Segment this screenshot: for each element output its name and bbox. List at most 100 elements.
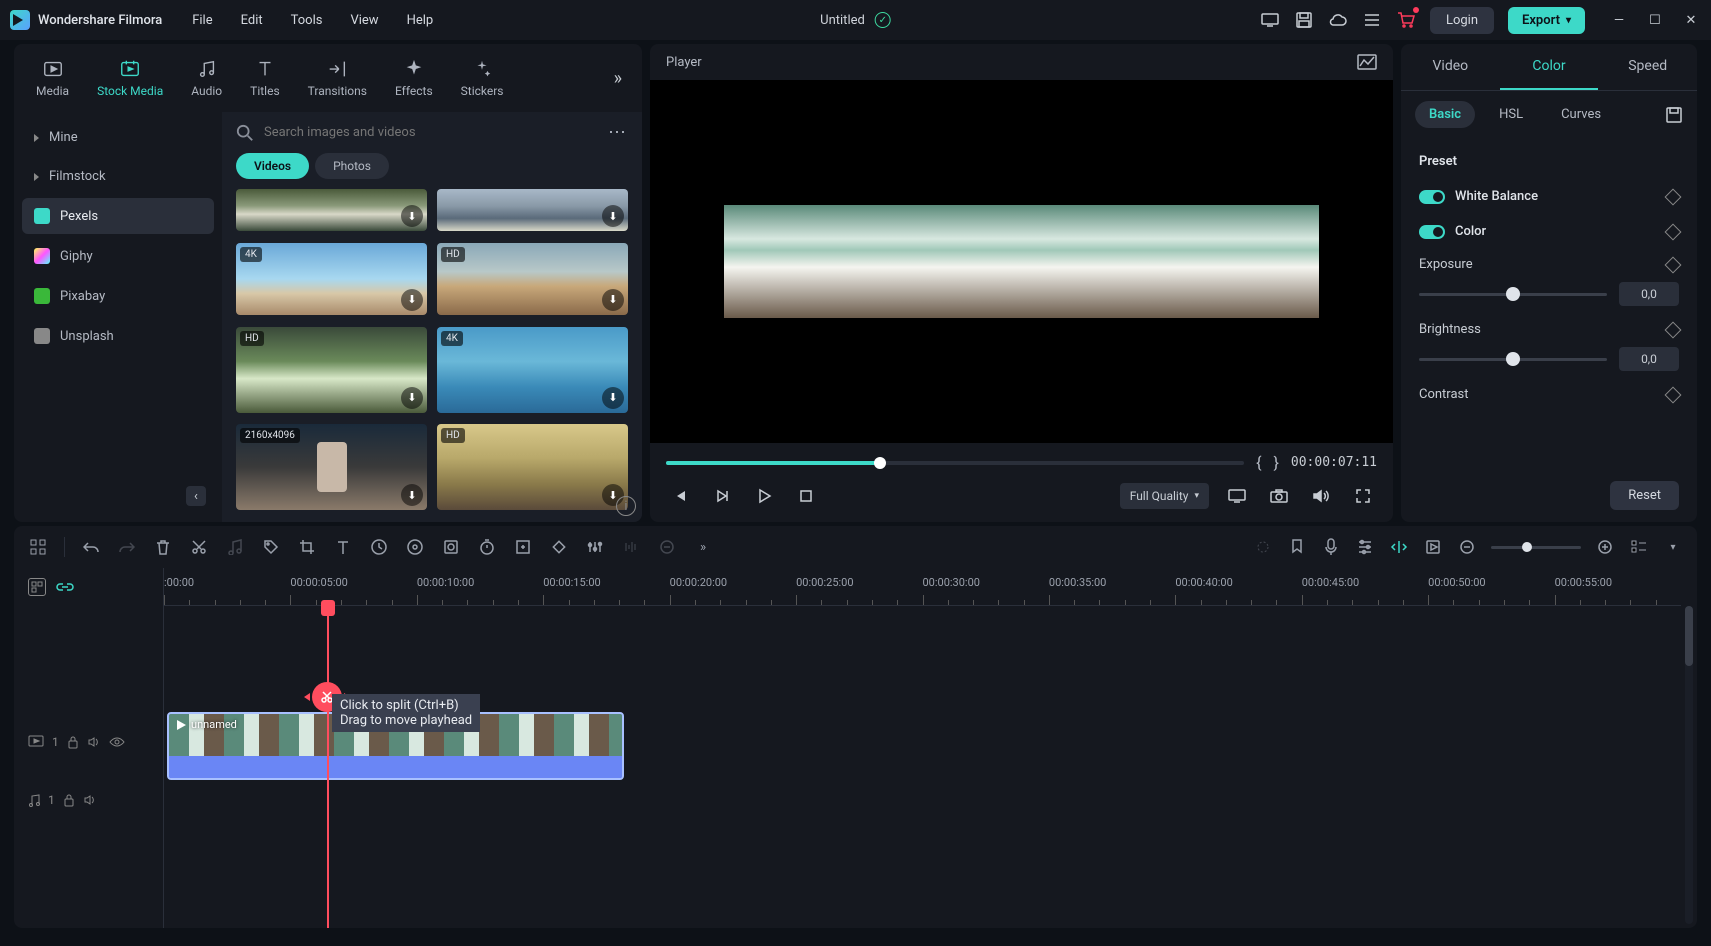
white-balance-toggle[interactable] (1419, 190, 1445, 204)
stock-thumb[interactable]: 4K⬇ (437, 327, 628, 413)
redo-icon[interactable] (117, 537, 137, 557)
color-wheel-icon[interactable] (405, 537, 425, 557)
source-mine[interactable]: Mine (22, 120, 214, 155)
keyframe-icon[interactable] (1665, 386, 1682, 403)
adjust-icon[interactable] (585, 537, 605, 557)
exposure-value[interactable]: 0,0 (1619, 282, 1679, 306)
stop-icon[interactable] (792, 482, 820, 510)
cut-icon[interactable] (189, 537, 209, 557)
source-unsplash[interactable]: Unsplash (22, 318, 214, 354)
stock-thumb[interactable]: HD⬇ (236, 327, 427, 413)
tab-titles[interactable]: Titles (240, 52, 289, 104)
keyframe-icon[interactable] (1665, 223, 1682, 240)
tab-media[interactable]: Media (26, 52, 79, 104)
exposure-slider[interactable] (1419, 293, 1607, 296)
download-icon[interactable]: ⬇ (602, 205, 624, 227)
tab-stock-media[interactable]: Stock Media (87, 52, 173, 104)
login-button[interactable]: Login (1430, 7, 1494, 34)
tab-effects[interactable]: Effects (385, 52, 443, 104)
tab-speed[interactable]: Speed (1598, 44, 1697, 90)
tab-color[interactable]: Color (1500, 44, 1599, 90)
menu-file[interactable]: File (192, 13, 212, 28)
subtab-hsl[interactable]: HSL (1485, 101, 1537, 128)
auto-reframe-icon[interactable] (1389, 537, 1409, 557)
download-icon[interactable]: ⬇ (401, 484, 423, 506)
reset-button[interactable]: Reset (1610, 481, 1679, 510)
text-icon[interactable] (333, 537, 353, 557)
tag-icon[interactable] (261, 537, 281, 557)
menu-tools[interactable]: Tools (291, 13, 323, 28)
mask-icon[interactable] (441, 537, 461, 557)
menu-help[interactable]: Help (407, 13, 434, 28)
timeline-scrollbar[interactable] (1685, 606, 1693, 924)
zoom-out-icon[interactable] (1457, 537, 1477, 557)
marker-icon[interactable] (1287, 537, 1307, 557)
playback-progress[interactable] (666, 461, 1244, 465)
prev-frame-icon[interactable] (666, 482, 694, 510)
undo-icon[interactable] (81, 537, 101, 557)
download-icon[interactable]: ⬇ (401, 387, 423, 409)
search-more-icon[interactable]: ⋯ (608, 122, 628, 143)
eq-icon[interactable] (621, 537, 641, 557)
display-icon[interactable] (1260, 10, 1280, 30)
mixer-icon[interactable] (1355, 537, 1375, 557)
tab-video[interactable]: Video (1401, 44, 1500, 90)
collapse-sources-icon[interactable]: ‹ (186, 486, 206, 506)
playhead[interactable] (327, 606, 329, 928)
step-back-icon[interactable] (708, 482, 736, 510)
more-tools-icon[interactable]: » (693, 537, 713, 557)
menu-view[interactable]: View (350, 13, 378, 28)
render-icon[interactable] (1423, 537, 1443, 557)
stock-thumb[interactable]: HD⬇ (437, 424, 628, 510)
voiceover-icon[interactable] (1321, 537, 1341, 557)
scopes-icon[interactable] (1357, 54, 1377, 70)
timeline-options-icon[interactable] (28, 578, 46, 596)
source-pexels[interactable]: Pexels (22, 198, 214, 234)
mark-in-icon[interactable]: { (1256, 453, 1261, 472)
keyframe-icon[interactable] (1665, 321, 1682, 338)
timeline-ruler[interactable]: :00:0000:00:05:0000:00:10:0000:00:15:000… (164, 568, 1681, 606)
tab-audio[interactable]: Audio (181, 52, 232, 104)
visibility-icon[interactable] (109, 737, 125, 747)
download-icon[interactable]: ⬇ (401, 205, 423, 227)
zoom-in-icon[interactable] (1595, 537, 1615, 557)
search-input[interactable] (264, 125, 598, 140)
download-icon[interactable]: ⬇ (401, 289, 423, 311)
color-toggle[interactable] (1419, 225, 1445, 239)
stock-thumb[interactable]: 4K⬇ (236, 243, 427, 315)
stock-thumb[interactable]: 2160x4096⬇ (236, 424, 427, 510)
denoise-icon[interactable] (657, 537, 677, 557)
mute-icon[interactable] (87, 735, 101, 749)
keyframe-tool-icon[interactable] (549, 537, 569, 557)
window-minimize-icon[interactable]: — (1609, 10, 1629, 30)
lock-icon[interactable] (67, 735, 79, 749)
save-preset-icon[interactable] (1665, 106, 1683, 124)
zoom-slider[interactable] (1491, 546, 1581, 549)
lock-icon[interactable] (63, 793, 75, 807)
display-settings-icon[interactable] (1223, 482, 1251, 510)
cloud-icon[interactable] (1328, 10, 1348, 30)
music-icon[interactable] (225, 537, 245, 557)
link-icon[interactable] (56, 581, 74, 593)
filter-videos[interactable]: Videos (236, 153, 309, 179)
brightness-slider[interactable] (1419, 358, 1607, 361)
delete-icon[interactable] (153, 537, 173, 557)
download-icon[interactable]: ⬇ (602, 289, 624, 311)
timer-icon[interactable] (477, 537, 497, 557)
fullscreen-icon[interactable] (1349, 482, 1377, 510)
grid-icon[interactable] (28, 537, 48, 557)
export-button[interactable]: Export▾ (1508, 7, 1585, 34)
window-close-icon[interactable]: ✕ (1681, 10, 1701, 30)
filter-photos[interactable]: Photos (315, 153, 389, 179)
mark-out-icon[interactable]: } (1273, 453, 1278, 472)
keyframe-icon[interactable] (1665, 188, 1682, 205)
crop-icon[interactable] (297, 537, 317, 557)
view-dropdown-icon[interactable]: ▾ (1663, 537, 1683, 557)
source-giphy[interactable]: Giphy (22, 238, 214, 274)
mute-icon[interactable] (83, 793, 97, 807)
tab-transitions[interactable]: Transitions (298, 52, 377, 104)
info-icon[interactable]: i (616, 496, 636, 516)
save-icon[interactable] (1294, 10, 1314, 30)
menu-list-icon[interactable] (1362, 10, 1382, 30)
expand-icon[interactable] (513, 537, 533, 557)
